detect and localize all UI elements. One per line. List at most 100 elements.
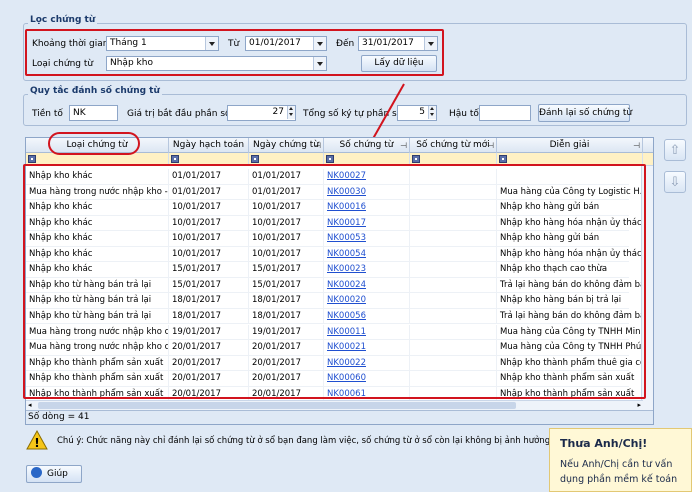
table-row[interactable]: Nhập kho thành phẩm sản xuất 20/01/2017 20… [26,371,643,387]
suffix-input[interactable] [479,105,531,121]
cell-posting-date: 15/01/2017 [169,277,249,293]
column-header-description[interactable]: Diễn giải ⊣ [497,138,643,153]
table-row[interactable]: Nhập kho khác 10/01/2017 10/01/2017 NK00054… [26,246,643,263]
cell-doc-number[interactable]: NK00017 [324,215,410,231]
cell-posting-date: 18/01/2017 [169,293,249,309]
vertical-scrollbar[interactable] [641,166,653,412]
to-date-field[interactable]: 31/01/2017 [358,36,438,51]
cell-doc-number[interactable]: NK00021 [324,340,410,356]
cell-doc-type: Nhập kho thành phẩm sản xuất [26,355,169,371]
cell-posting-date: 01/01/2017 [169,184,249,200]
cell-doc-type: Nhập kho khác [26,169,169,184]
scroll-right-icon[interactable]: ▸ [637,401,641,409]
filter-cell[interactable] [249,153,324,165]
suffix-label: Hậu tố [449,109,479,119]
move-up-button[interactable]: ⇧ [664,139,686,161]
cell-doc-number[interactable]: NK00020 [324,293,410,309]
chevron-down-icon[interactable] [205,37,218,50]
cell-doc-number[interactable]: NK00022 [324,355,410,371]
cell-doc-number[interactable]: NK00054 [324,246,410,262]
scroll-thumb[interactable] [38,402,516,409]
cell-doc-number[interactable]: NK00027 [324,169,410,184]
cell-doc-number[interactable]: NK00011 [324,324,410,340]
filter-cell[interactable] [26,153,169,165]
chevron-down-icon[interactable] [313,57,326,70]
column-header-posting-date[interactable]: Ngày hạch toán [169,138,249,153]
filter-cell[interactable] [497,153,643,165]
filter-icon[interactable] [499,155,507,163]
arrow-down-icon: ⇩ [669,174,681,190]
document-grid[interactable]: Loại chứng từ Ngày hạch toán Ngày chứng … [25,137,654,425]
doc-type-select[interactable]: Nhập kho [106,56,327,71]
table-row[interactable]: Nhập kho khác 10/01/2017 10/01/2017 NK00016… [26,200,643,216]
cell-doc-date: 15/01/2017 [249,262,324,278]
cell-doc-number[interactable]: NK00024 [324,277,410,293]
pin-icon[interactable]: ⊣ [633,138,640,153]
from-date-field[interactable]: 01/01/2017 [245,36,327,51]
filter-icon[interactable] [412,155,420,163]
table-row[interactable]: Nhập kho từ hàng bán trả lại 18/01/2017 18… [26,293,643,309]
calendar-dropdown-icon[interactable] [313,37,326,50]
start-value-stepper[interactable]: 27 [227,105,296,121]
filter-cell[interactable] [324,153,410,165]
pin-icon[interactable]: ⊣ [314,138,321,153]
cell-doc-number[interactable]: NK00016 [324,200,410,216]
column-header-doc-number[interactable]: Số chứng từ ⊣ [324,138,410,153]
help-button[interactable]: Giúp [26,465,82,483]
filter-icon[interactable] [326,155,334,163]
cell-doc-number[interactable]: NK00056 [324,308,410,324]
table-row[interactable]: Nhập kho khác 15/01/2017 15/01/2017 NK00023… [26,262,643,278]
table-row[interactable]: Mua hàng trong nước nhập kho c... 20/01/2… [26,340,643,356]
cell-doc-date: 20/01/2017 [249,340,324,356]
filter-icon[interactable] [171,155,179,163]
cell-doc-type: Nhập kho từ hàng bán trả lại [26,308,169,324]
column-header-doc-date[interactable]: Ngày chứng từ ⊣ [249,138,324,153]
table-row[interactable]: Mua hàng trong nước nhập kho -... 01/01/2… [26,184,643,201]
table-row[interactable]: Nhập kho từ hàng bán trả lại 15/01/2017 15… [26,277,643,294]
horizontal-scrollbar[interactable]: ◂ ▸ [26,400,643,410]
cell-doc-date: 18/01/2017 [249,308,324,324]
cell-new-doc-number [410,355,497,371]
cell-doc-number[interactable]: NK00053 [324,231,410,247]
table-row[interactable]: Nhập kho khác 10/01/2017 10/01/2017 NK00017… [26,215,643,232]
filter-group [23,23,687,81]
cell-doc-date: 01/01/2017 [249,184,324,200]
cell-doc-type: Nhập kho khác [26,231,169,247]
pin-icon[interactable]: ⊣ [487,138,494,153]
doc-type-value: Nhập kho [110,58,153,68]
move-down-button[interactable]: ⇩ [664,171,686,193]
cell-description: Nhập kho thành phẩm thuê gia cô... [497,355,643,371]
cell-doc-number[interactable]: NK00030 [324,184,410,200]
filter-cell[interactable] [410,153,497,165]
spin-arrows-icon[interactable] [428,106,436,119]
cell-description: Nhập kho hàng gửi bán [497,200,643,216]
cell-description: Trả lại hàng bán do không đảm bả... [497,277,643,293]
cell-doc-type: Mua hàng trong nước nhập kho c... [26,340,169,356]
table-row[interactable]: Nhập kho khác 01/01/2017 01/01/2017 NK00027 [26,169,643,185]
period-value: Tháng 1 [110,38,147,48]
scroll-left-icon[interactable]: ◂ [28,401,32,409]
spin-arrows-icon[interactable] [287,106,295,119]
cell-posting-date: 01/01/2017 [169,169,249,184]
help-icon [31,467,42,478]
filter-cell[interactable] [169,153,249,165]
table-row[interactable]: Nhập kho từ hàng bán trả lại 18/01/2017 18… [26,308,643,325]
period-select[interactable]: Tháng 1 [106,36,219,51]
pin-icon[interactable]: ⊣ [400,138,407,153]
prefix-label: Tiền tố [32,109,63,119]
column-header-doc-type[interactable]: Loại chứng từ [26,138,169,153]
table-row[interactable]: Nhập kho khác 10/01/2017 10/01/2017 NK00053… [26,231,643,247]
filter-icon[interactable] [28,155,36,163]
cell-description: Trả lại hàng bán do không đảm bảo ch... [497,308,643,324]
table-row[interactable]: Nhập kho thành phẩm sản xuất 20/01/2017 20… [26,355,643,372]
column-header-new-doc-number[interactable]: Số chứng từ mới ⊣ [410,138,497,153]
table-row[interactable]: Mua hàng trong nước nhập kho c... 19/01/2… [26,324,643,340]
fetch-data-button[interactable]: Lấy dữ liệu [361,55,437,72]
period-label: Khoảng thời gian [32,39,109,49]
cell-doc-number[interactable]: NK00023 [324,262,410,278]
filter-icon[interactable] [251,155,259,163]
prefix-input[interactable]: NK [69,105,118,121]
renumber-button[interactable]: Đánh lại số chứng từ [538,104,632,122]
cell-doc-number[interactable]: NK00060 [324,371,410,387]
calendar-dropdown-icon[interactable] [424,37,437,50]
